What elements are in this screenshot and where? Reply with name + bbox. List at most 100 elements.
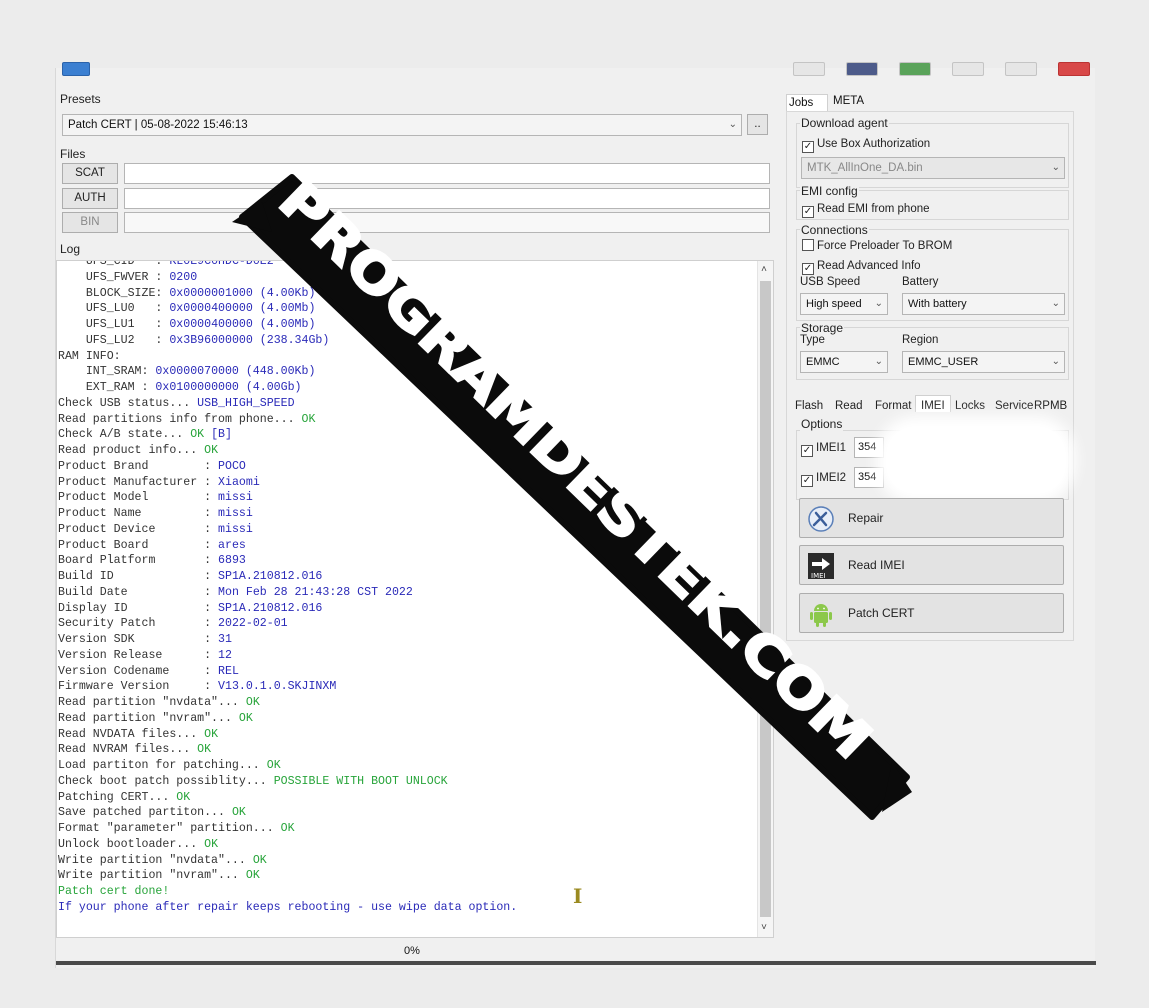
usb-speed-select[interactable]: High speed ⌄	[800, 293, 888, 315]
toolbar-icon-5[interactable]	[1005, 62, 1037, 76]
scat-path-field[interactable]	[124, 163, 770, 184]
tab-imei[interactable]: IMEI	[915, 395, 951, 412]
imei2-checkbox[interactable]: ✓ IMEI2	[801, 470, 847, 487]
tab-rpmb[interactable]: RPMB	[1034, 400, 1067, 412]
log-value: 0x0000400000 (4.00Mb)	[169, 318, 316, 331]
presets-select[interactable]: Patch CERT | 05-08-2022 15:46:13 ⌄	[62, 114, 742, 136]
log-key: Product Device :	[58, 522, 219, 536]
usb-speed-label: USB Speed	[800, 276, 861, 288]
log-line: BLOCK_SIZE: 0x0000001000 (4.00Kb)	[58, 286, 517, 302]
toolbar-left-icon[interactable]	[62, 62, 90, 76]
read-emi-checkbox[interactable]: ✓ Read EMI from phone	[802, 201, 930, 218]
scrollbar-thumb[interactable]	[760, 281, 771, 917]
storage-type-select[interactable]: EMMC ⌄	[800, 351, 888, 373]
toolbar-icon-3[interactable]	[899, 62, 931, 76]
log-line: Patch cert done!	[58, 884, 517, 900]
imei1-label: IMEI1	[816, 442, 847, 454]
tab-format[interactable]: Format	[875, 400, 911, 412]
da-file-value: MTK_AllInOne_DA.bin	[807, 162, 923, 174]
da-file-select[interactable]: MTK_AllInOne_DA.bin ⌄	[801, 157, 1065, 179]
log-key: UFS_LU1 :	[58, 318, 170, 331]
log-value: [B]	[204, 428, 232, 442]
presets-more-button[interactable]: ..	[747, 114, 768, 135]
log-key: UFS_LU0 :	[58, 302, 170, 316]
log-value: missi	[218, 522, 253, 536]
tab-jobs[interactable]: Jobs	[786, 94, 828, 111]
log-value: 0x0000001000 (4.00Kb)	[169, 286, 316, 300]
log-status: OK	[301, 412, 316, 426]
log-status: OK	[197, 743, 212, 757]
read-advanced-checkbox[interactable]: ✓ Read Advanced Info	[802, 258, 921, 275]
options-label: Options	[800, 417, 844, 431]
log-line: Write partition "nvdata"... OK	[58, 853, 517, 869]
log-key: Board Platform :	[58, 554, 219, 568]
patch-cert-label: Patch CERT	[848, 606, 915, 620]
check-icon: ✓	[802, 263, 814, 275]
log-key: Read partitions info from phone...	[58, 412, 302, 426]
log-line: Read partition "nvram"... OK	[58, 711, 517, 727]
log-value: SP1A.210812.016	[218, 601, 323, 615]
log-key: Save patched partiton...	[58, 806, 232, 820]
tab-service[interactable]: Service	[995, 400, 1033, 412]
imei2-label: IMEI2	[816, 472, 847, 484]
redaction-blur	[886, 426, 1066, 494]
read-imei-icon: IMEI	[808, 553, 834, 580]
toolbar-icon-6[interactable]	[1058, 62, 1090, 76]
log-value: V13.0.1.0.SKJINXM	[218, 680, 337, 694]
connections-label: Connections	[800, 223, 869, 237]
use-box-auth-checkbox[interactable]: ✓ Use Box Authorization	[802, 136, 930, 153]
log-key: Product Model :	[58, 491, 219, 505]
log-panel[interactable]: UFS_CID : KL0E9C0HDC-D0E2 UFS_FWVER : 02…	[56, 260, 774, 938]
log-line: Product Device : missi	[58, 522, 517, 538]
log-status: OK	[238, 711, 253, 725]
imei1-field[interactable]: 354	[854, 437, 884, 458]
repair-button[interactable]: Repair	[799, 498, 1064, 538]
log-line: If your phone after repair keeps rebooti…	[58, 900, 517, 916]
tab-read[interactable]: Read	[835, 400, 863, 412]
patch-cert-button[interactable]: Patch CERT	[799, 593, 1064, 633]
battery-select[interactable]: With battery ⌄	[902, 293, 1065, 315]
text-cursor-icon: I	[573, 884, 583, 908]
log-value: USB_HIGH_SPEED	[197, 396, 295, 410]
storage-region-select[interactable]: EMMC_USER ⌄	[902, 351, 1065, 373]
log-status: POSSIBLE WITH BOOT UNLOCK	[273, 774, 448, 788]
log-key: Security Patch :	[58, 617, 219, 631]
log-line: Load partiton for patching... OK	[58, 758, 517, 774]
log-key: Firmware Version :	[58, 680, 219, 694]
read-imei-button[interactable]: IMEI Read IMEI	[799, 545, 1064, 585]
bin-path-field[interactable]	[124, 212, 770, 233]
tab-flash[interactable]: Flash	[795, 400, 823, 412]
read-advanced-label: Read Advanced Info	[817, 260, 921, 272]
bin-button[interactable]: BIN	[62, 212, 118, 233]
log-line: Firmware Version : V13.0.1.0.SKJINXM	[58, 679, 517, 695]
log-status: OK	[204, 444, 219, 457]
toolbar-icon-4[interactable]	[952, 62, 984, 76]
log-key: Check A/B state...	[58, 428, 191, 442]
log-value: 0200	[169, 270, 198, 284]
android-icon	[810, 604, 832, 627]
log-lines: UFS_CID : KL0E9C0HDC-D0E2 UFS_FWVER : 02…	[58, 261, 517, 916]
toolbar-icon-1[interactable]	[793, 62, 825, 76]
log-scrollbar[interactable]: ˄ ˅	[757, 261, 773, 937]
imei2-field[interactable]: 354	[854, 467, 884, 488]
tab-meta[interactable]: META	[833, 95, 864, 107]
log-key: BLOCK_SIZE:	[58, 286, 170, 300]
imei1-checkbox[interactable]: ✓ IMEI1	[801, 440, 847, 457]
auth-path-field[interactable]	[124, 188, 770, 209]
tab-locks[interactable]: Locks	[955, 400, 985, 412]
check-icon: ✓	[801, 475, 813, 487]
scroll-up-icon[interactable]: ˄	[761, 263, 767, 279]
log-key: Check USB status...	[58, 396, 198, 410]
log-line: Format "parameter" partition... OK	[58, 821, 517, 837]
force-preloader-checkbox[interactable]: Force Preloader To BROM	[802, 238, 952, 254]
toolbar-icon-2[interactable]	[846, 62, 878, 76]
scat-button[interactable]: SCAT	[62, 163, 118, 184]
log-status: OK	[280, 822, 295, 835]
auth-button[interactable]: AUTH	[62, 188, 118, 209]
log-key: RAM INFO:	[58, 349, 121, 363]
scroll-down-icon[interactable]: ˅	[761, 921, 767, 937]
log-line: Product Brand : POCO	[58, 459, 517, 475]
log-key: Product Board :	[58, 538, 219, 552]
log-key: Build ID :	[58, 570, 219, 583]
log-line: Version Release : 12	[58, 648, 517, 664]
